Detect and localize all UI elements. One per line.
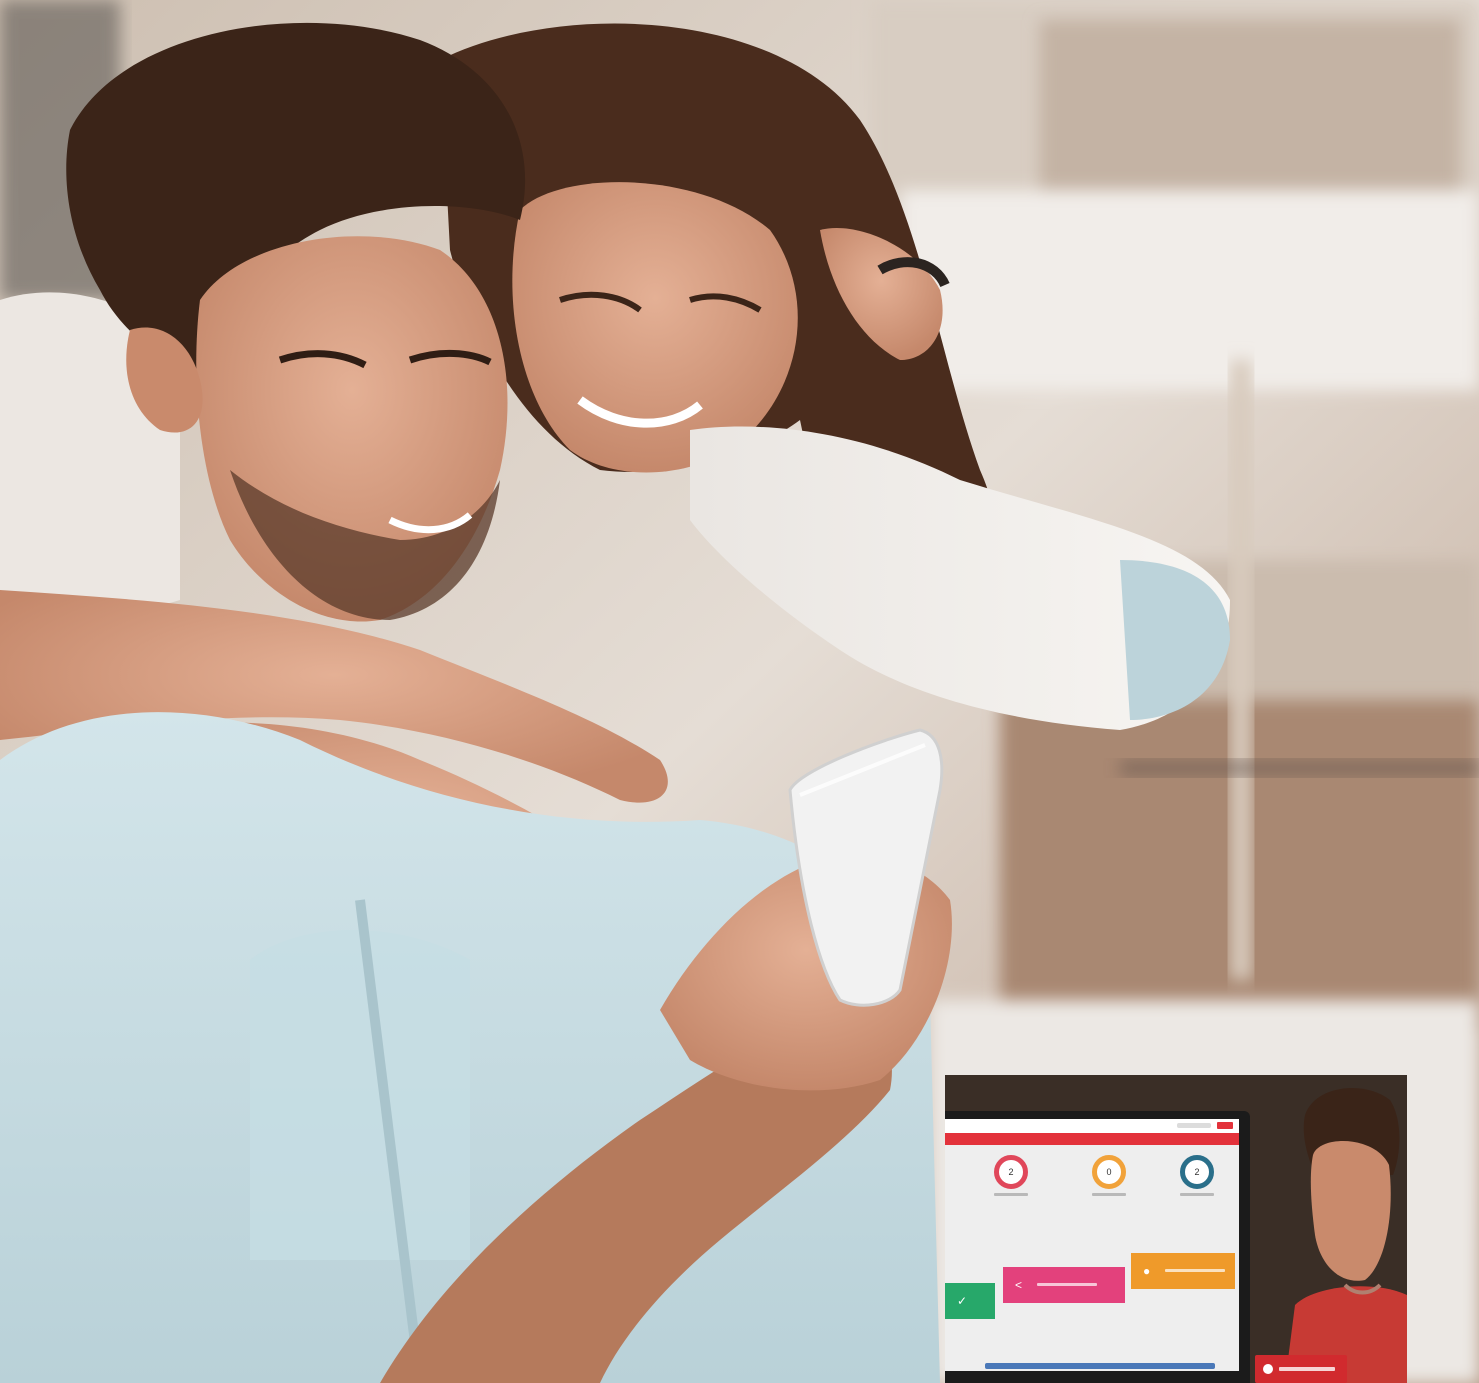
tile-green: ✓ [945,1283,995,1319]
os-dock [985,1363,1215,1369]
app-header-bar [945,1133,1239,1145]
dashboard-screen: 2 0 2 ✓ < ● [945,1119,1239,1371]
stat-ring: 0 [1092,1155,1126,1189]
stat-item: 0 [1069,1155,1149,1196]
stat-value: 2 [1194,1167,1200,1177]
desktop-monitor: 2 0 2 ✓ < ● [945,1111,1250,1383]
stat-label [994,1193,1028,1196]
stat-label [1092,1193,1126,1196]
stat-value: 0 [1106,1167,1112,1177]
stat-item: 2 [971,1155,1051,1196]
app-top-bar [945,1119,1239,1133]
flag-icon [1217,1122,1233,1129]
inset-photo: 2 0 2 ✓ < ● [945,1075,1407,1383]
stat-label [1180,1193,1214,1196]
tile-text [1037,1283,1097,1286]
logo-sign [1255,1355,1347,1383]
tile-text [1165,1269,1225,1272]
tile-orange: ● [1131,1253,1235,1289]
share-icon: < [1015,1278,1023,1292]
tile-pink: < [1003,1267,1125,1303]
seated-man [1285,1088,1407,1383]
logo-mark [1263,1364,1273,1374]
search-field [1177,1123,1211,1128]
user-icon: ● [1143,1264,1151,1278]
stat-ring: 2 [1180,1155,1214,1189]
stat-ring: 2 [994,1155,1028,1189]
logo-wordmark [1279,1367,1335,1371]
check-icon: ✓ [957,1294,968,1308]
stat-value: 2 [1008,1167,1014,1177]
stat-item: 2 [1157,1155,1237,1196]
